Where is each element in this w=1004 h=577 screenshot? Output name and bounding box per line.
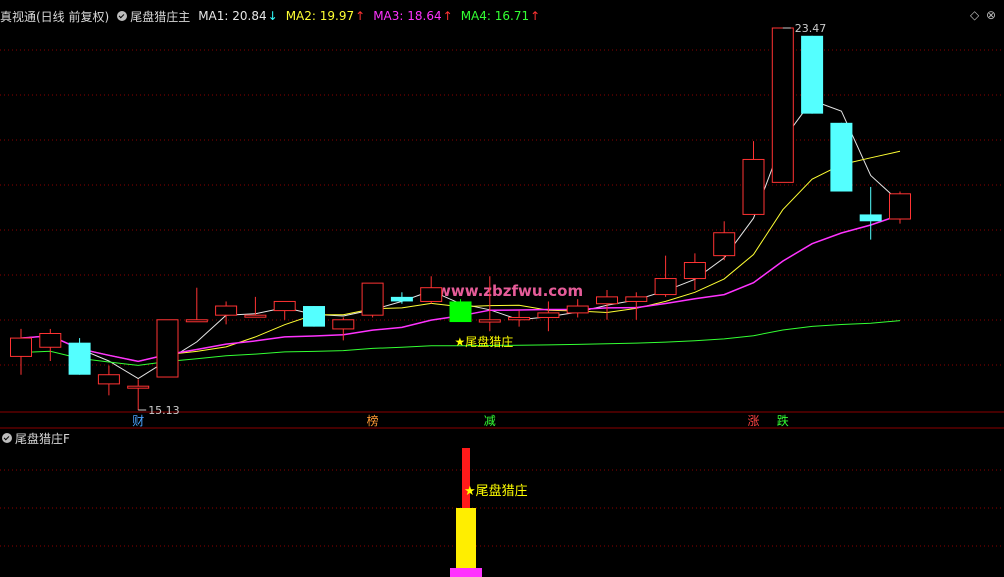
candle-body [683,262,706,280]
candle [68,338,91,375]
candle-body [830,122,853,192]
candle-body [420,287,443,302]
sub-panel-bars: ★尾盘猎庄 [450,448,528,577]
candle [215,301,238,325]
candle-body [801,35,824,114]
candle [654,255,677,297]
event-marker: 榜 [367,413,379,428]
candle [449,299,472,323]
candle-body [596,296,618,305]
ma-line-2 [20,150,901,362]
signal-bar-magenta [450,568,482,577]
candle-body [713,232,736,257]
candle-body [10,337,32,357]
candle [537,301,560,332]
candle [742,141,765,215]
candle [859,186,882,240]
candle [596,289,618,320]
candle-body [771,27,794,183]
annotations: 23.47 15.13 ★尾盘猎庄财 榜 减 涨 跌 [132,22,826,428]
candle-body [625,296,648,302]
event-marker: 减 [484,414,496,428]
candle-body [742,158,765,215]
candle [683,253,706,290]
sub-panel-header: 尾盘猎庄F [0,430,70,446]
low-price-label: 15.13 [148,404,180,417]
candle [39,328,62,361]
candle-body [859,214,882,222]
candle-body [449,301,472,323]
sub-signal-label: ★尾盘猎庄 [464,483,528,499]
candle [713,221,736,261]
candle-body [508,316,531,321]
signal-label: ★尾盘猎庄 [455,334,514,349]
candle [390,292,413,304]
candle-body [537,312,560,318]
candle [127,379,150,410]
candle [10,328,32,375]
candle [889,191,911,224]
candle [273,300,296,320]
candle [801,35,824,114]
candle [830,122,853,192]
candles [10,27,911,410]
candle [156,319,179,378]
candle-body [185,319,208,323]
candle-body [654,278,677,296]
candle-body [127,385,150,389]
candle-body [478,319,501,323]
kline-chart[interactable]: www.zbzfwu.com 23.4715.13★尾盘猎庄财榜减涨跌 ★尾盘猎… [0,0,1004,577]
watermark-text: www.zbzfwu.com [437,282,583,300]
candle-body [332,319,355,330]
candle-body [39,333,62,348]
watermark: www.zbzfwu.com [437,282,583,300]
candle-body [361,282,384,316]
settings-circle-icon[interactable] [2,433,12,443]
signal-bar-red [462,448,470,508]
candle-body [68,342,91,375]
candle [566,299,589,318]
sub-panel-title[interactable]: 尾盘猎庄F [15,430,70,447]
candle-body [156,319,179,378]
candle-body [303,306,325,327]
event-marker: 财 [132,414,144,428]
candle [361,282,384,318]
candle-body [566,305,589,314]
candle-body [244,314,267,318]
candle-body [97,374,120,385]
candle-body [889,193,911,220]
candle [185,287,208,323]
candle [332,317,355,341]
event-marker: 涨 [748,413,760,428]
candle [771,27,794,183]
candle-body [273,300,296,312]
high-price-label: 23.47 [795,22,827,35]
candle [97,365,120,396]
candle [508,310,531,327]
candle-body [390,296,413,302]
event-marker: 跌 [777,413,789,428]
candle [420,276,443,304]
candle [303,306,325,327]
signal-bar-yellow [456,508,476,568]
candle-body [215,305,238,316]
